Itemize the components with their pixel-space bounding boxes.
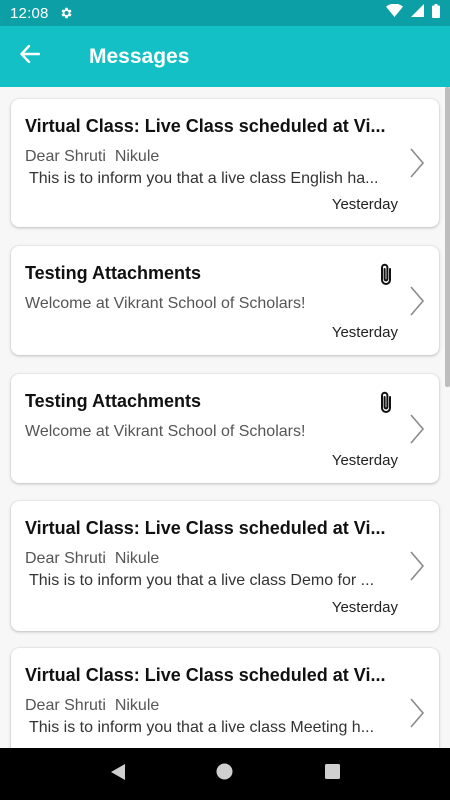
paperclip-icon	[377, 262, 395, 288]
message-card[interactable]: Virtual Class: Live Class scheduled at V…	[11, 99, 439, 227]
message-greeting: Dear Shruti Nikule	[25, 550, 160, 567]
message-list[interactable]: Virtual Class: Live Class scheduled at V…	[0, 87, 450, 748]
message-card[interactable]: Virtual Class: Live Class scheduled at V…	[11, 501, 439, 631]
status-time: 12:08	[10, 4, 49, 22]
cellular-signal-icon	[411, 4, 424, 22]
message-date: Yesterday	[331, 599, 398, 616]
message-date: Yesterday	[331, 452, 398, 469]
message-greeting: Dear Shruti Nikule	[25, 148, 160, 165]
chevron-right-icon	[409, 698, 425, 728]
back-button[interactable]	[0, 26, 60, 87]
message-date: Yesterday	[331, 196, 398, 213]
chevron-right-icon	[409, 148, 425, 178]
nav-home-button[interactable]	[205, 754, 245, 794]
arrow-left-icon	[20, 44, 41, 68]
message-preview: Welcome at Vikrant School of Scholars!	[25, 295, 306, 312]
message-card[interactable]: Testing Attachments Welcome at Vikrant S…	[11, 246, 439, 355]
system-nav-bar	[0, 748, 450, 800]
square-recents-icon	[324, 764, 340, 784]
wifi-icon	[386, 3, 403, 22]
circle-home-icon	[216, 763, 233, 785]
nav-back-button[interactable]	[98, 754, 138, 794]
scrollbar[interactable]	[445, 87, 450, 387]
status-icons	[386, 3, 440, 23]
app-bar: Messages	[0, 26, 450, 87]
message-title: Virtual Class: Live Class scheduled at V…	[25, 518, 386, 538]
message-preview: This is to inform you that a live class …	[29, 170, 379, 187]
message-greeting: Dear Shruti Nikule	[25, 697, 160, 714]
status-bar: 12:08	[0, 0, 450, 26]
message-title: Virtual Class: Live Class scheduled at V…	[25, 116, 386, 136]
triangle-back-icon	[110, 763, 126, 786]
battery-icon	[432, 3, 440, 23]
chevron-right-icon	[409, 414, 425, 444]
message-preview: This is to inform you that a live class …	[29, 719, 375, 736]
message-preview: This is to inform you that a live class …	[29, 572, 375, 589]
chevron-right-icon	[409, 551, 425, 581]
message-date: Yesterday	[331, 324, 398, 341]
nav-recents-button[interactable]	[312, 754, 352, 794]
page-title: Messages	[89, 44, 190, 68]
paperclip-icon	[377, 390, 395, 416]
message-title: Virtual Class: Live Class scheduled at V…	[25, 665, 386, 685]
message-card[interactable]: Testing Attachments Welcome at Vikrant S…	[11, 374, 439, 483]
message-title: Testing Attachments	[25, 391, 202, 411]
message-preview: Welcome at Vikrant School of Scholars!	[25, 423, 306, 440]
message-card[interactable]: Virtual Class: Live Class scheduled at V…	[11, 648, 439, 748]
message-title: Testing Attachments	[25, 263, 202, 283]
chevron-right-icon	[409, 286, 425, 316]
settings-gear-icon	[59, 6, 73, 20]
